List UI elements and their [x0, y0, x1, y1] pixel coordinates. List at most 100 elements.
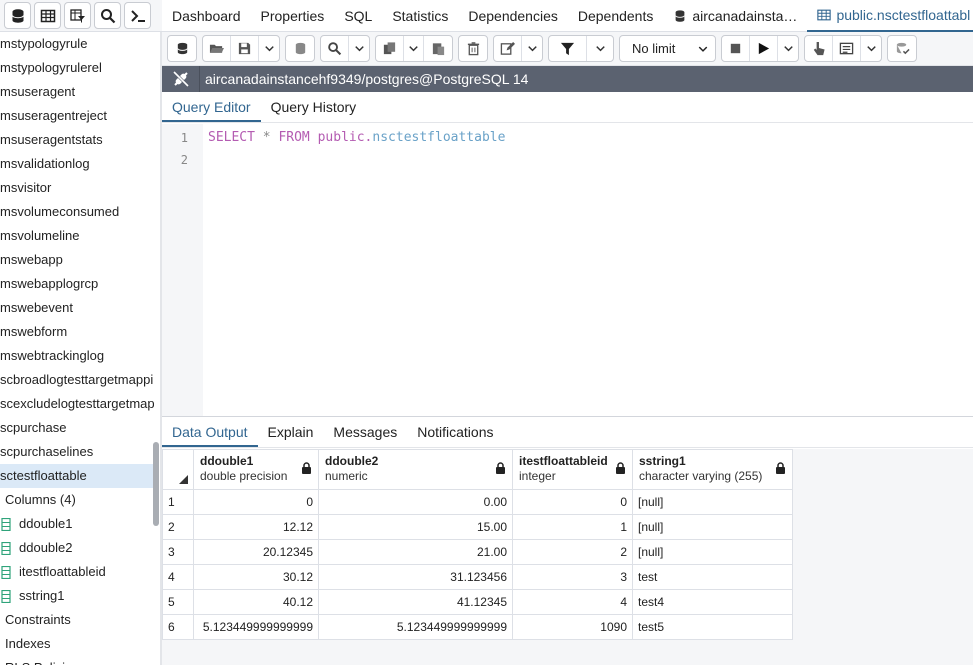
- chevron-down-icon[interactable]: [778, 36, 798, 61]
- sql-editor[interactable]: 1 2 SELECT * FROM public.nsctestfloattab…: [162, 124, 973, 416]
- table-cell[interactable]: 21.00: [318, 539, 513, 565]
- table-cell[interactable]: 4: [512, 589, 633, 615]
- column-header[interactable]: itestfloattableid integer: [512, 449, 633, 490]
- tree-item-column[interactable]: ddouble2: [0, 536, 154, 560]
- commit-db-icon[interactable]: [888, 36, 916, 61]
- table-cell[interactable]: test: [632, 564, 793, 590]
- tab[interactable]: public.nsctestfloattabl: [807, 0, 973, 32]
- stacked-db-icon[interactable]: [286, 36, 314, 61]
- chevron-down-icon[interactable]: [349, 36, 369, 61]
- table-cell[interactable]: 40.12: [193, 589, 319, 615]
- tree-item[interactable]: mswebapplogrcp: [0, 272, 154, 296]
- tree-item-column[interactable]: ddouble1: [0, 512, 154, 536]
- explain-analyze-icon[interactable]: [833, 36, 861, 61]
- tree-item[interactable]: mstypologyrule: [0, 32, 154, 56]
- table-cell[interactable]: 0.00: [318, 489, 513, 515]
- row-number[interactable]: 6: [162, 614, 194, 640]
- table-cell[interactable]: 20.12345: [193, 539, 319, 565]
- tree-item[interactable]: mswebevent: [0, 296, 154, 320]
- explain-icon[interactable]: [805, 36, 833, 61]
- table-cell[interactable]: 30.12: [193, 564, 319, 590]
- trash-icon[interactable]: [459, 36, 487, 61]
- tree-item[interactable]: sctestfloattable: [0, 464, 154, 488]
- play-icon[interactable]: [750, 36, 778, 61]
- tree-item[interactable]: msuseragent: [0, 80, 154, 104]
- tree-item[interactable]: msvisitor: [0, 176, 154, 200]
- tree-scrollbar[interactable]: [153, 442, 159, 526]
- connection-label[interactable]: aircanadainstancehf9349/postgres@Postgre…: [200, 71, 528, 87]
- chevron-down-icon[interactable]: [522, 36, 542, 61]
- tree-item[interactable]: mswebapp: [0, 248, 154, 272]
- open-file-icon[interactable]: [203, 36, 231, 61]
- chevron-down-icon[interactable]: [404, 36, 424, 61]
- connection-status-icon[interactable]: [162, 66, 200, 92]
- tab[interactable]: Dependencies: [458, 0, 568, 32]
- tab[interactable]: aircanadainsta…: [663, 0, 807, 32]
- tab[interactable]: Properties: [251, 0, 335, 32]
- table-cell[interactable]: 12.12: [193, 514, 319, 540]
- tree-item[interactable]: mswebtrackinglog: [0, 344, 154, 368]
- column-header[interactable]: sstring1 character varying (255): [632, 449, 793, 490]
- table-cell[interactable]: 15.00: [318, 514, 513, 540]
- tree-item[interactable]: mstypologyrulerel: [0, 56, 154, 80]
- grid-corner[interactable]: [162, 449, 194, 490]
- tree-item[interactable]: mswebform: [0, 320, 154, 344]
- chevron-down-icon[interactable]: [861, 36, 881, 61]
- sql-code-line[interactable]: SELECT * FROM public.nsctestfloattable: [208, 130, 505, 145]
- output-tab[interactable]: Notifications: [407, 417, 503, 447]
- output-tab[interactable]: Data Output: [162, 417, 258, 447]
- row-number[interactable]: 5: [162, 589, 194, 615]
- table-row[interactable]: 6 5.123449999999999 5.123449999999999 1090 t…: [162, 614, 793, 640]
- output-tab[interactable]: Explain: [258, 417, 324, 447]
- table-row[interactable]: 1 0 0.00 0 [null]: [162, 489, 793, 515]
- tab[interactable]: SQL: [334, 0, 382, 32]
- tree-item[interactable]: msvalidationlog: [0, 152, 154, 176]
- table-cell[interactable]: [null]: [632, 514, 793, 540]
- table-cell[interactable]: 5.123449999999999: [193, 614, 319, 640]
- tree-item[interactable]: Indexes: [0, 632, 154, 656]
- find-icon[interactable]: [321, 36, 349, 61]
- database-switch-icon[interactable]: [168, 36, 196, 61]
- table-row[interactable]: 5 40.12 41.12345 4 test4: [162, 589, 793, 615]
- tree-item[interactable]: msuseragentreject: [0, 104, 154, 128]
- stop-icon[interactable]: [722, 36, 750, 61]
- row-number[interactable]: 2: [162, 514, 194, 540]
- chevron-down-icon[interactable]: [259, 36, 279, 61]
- tab[interactable]: Dashboard: [162, 0, 251, 32]
- table-cell[interactable]: [null]: [632, 489, 793, 515]
- tree-item[interactable]: msuseragentstats: [0, 128, 154, 152]
- chevron-down-icon[interactable]: [587, 36, 613, 61]
- table-cell[interactable]: 1090: [512, 614, 633, 640]
- table-cell[interactable]: 0: [193, 489, 319, 515]
- terminal-icon[interactable]: [124, 2, 151, 29]
- table-cell[interactable]: 5.123449999999999: [318, 614, 513, 640]
- row-number[interactable]: 1: [162, 489, 194, 515]
- tree-item[interactable]: scbroadlogtesttargetmappi: [0, 368, 154, 392]
- table-row[interactable]: 2 12.12 15.00 1 [null]: [162, 514, 793, 540]
- table-grid-icon[interactable]: [34, 2, 61, 29]
- table-cell[interactable]: 3: [512, 564, 633, 590]
- database-icon[interactable]: [4, 2, 31, 29]
- table-cell[interactable]: [null]: [632, 539, 793, 565]
- tree-item-column[interactable]: itestfloattableid: [0, 560, 154, 584]
- paste-icon[interactable]: [424, 36, 452, 61]
- row-number[interactable]: 4: [162, 564, 194, 590]
- output-tab[interactable]: Messages: [323, 417, 407, 447]
- tree-item-columns[interactable]: Columns (4): [0, 488, 154, 512]
- table-row[interactable]: 4 30.12 31.123456 3 test: [162, 564, 793, 590]
- table-cell[interactable]: test4: [632, 589, 793, 615]
- tab[interactable]: Statistics: [382, 0, 458, 32]
- tree-item[interactable]: scpurchase: [0, 416, 154, 440]
- tree-item[interactable]: scexcludelogtesttargetmap: [0, 392, 154, 416]
- editor-tab[interactable]: Query History: [261, 92, 367, 122]
- edit-icon[interactable]: [494, 36, 522, 61]
- row-limit-select[interactable]: No limit: [619, 35, 716, 62]
- column-header[interactable]: ddouble1 double precision: [193, 449, 319, 490]
- tree-item-column[interactable]: sstring1: [0, 584, 154, 608]
- tree-item[interactable]: scpurchaselines: [0, 440, 154, 464]
- table-cell[interactable]: 31.123456: [318, 564, 513, 590]
- filter-icon[interactable]: [549, 36, 587, 61]
- table-cell[interactable]: 1: [512, 514, 633, 540]
- row-number[interactable]: 3: [162, 539, 194, 565]
- copy-icon[interactable]: [376, 36, 404, 61]
